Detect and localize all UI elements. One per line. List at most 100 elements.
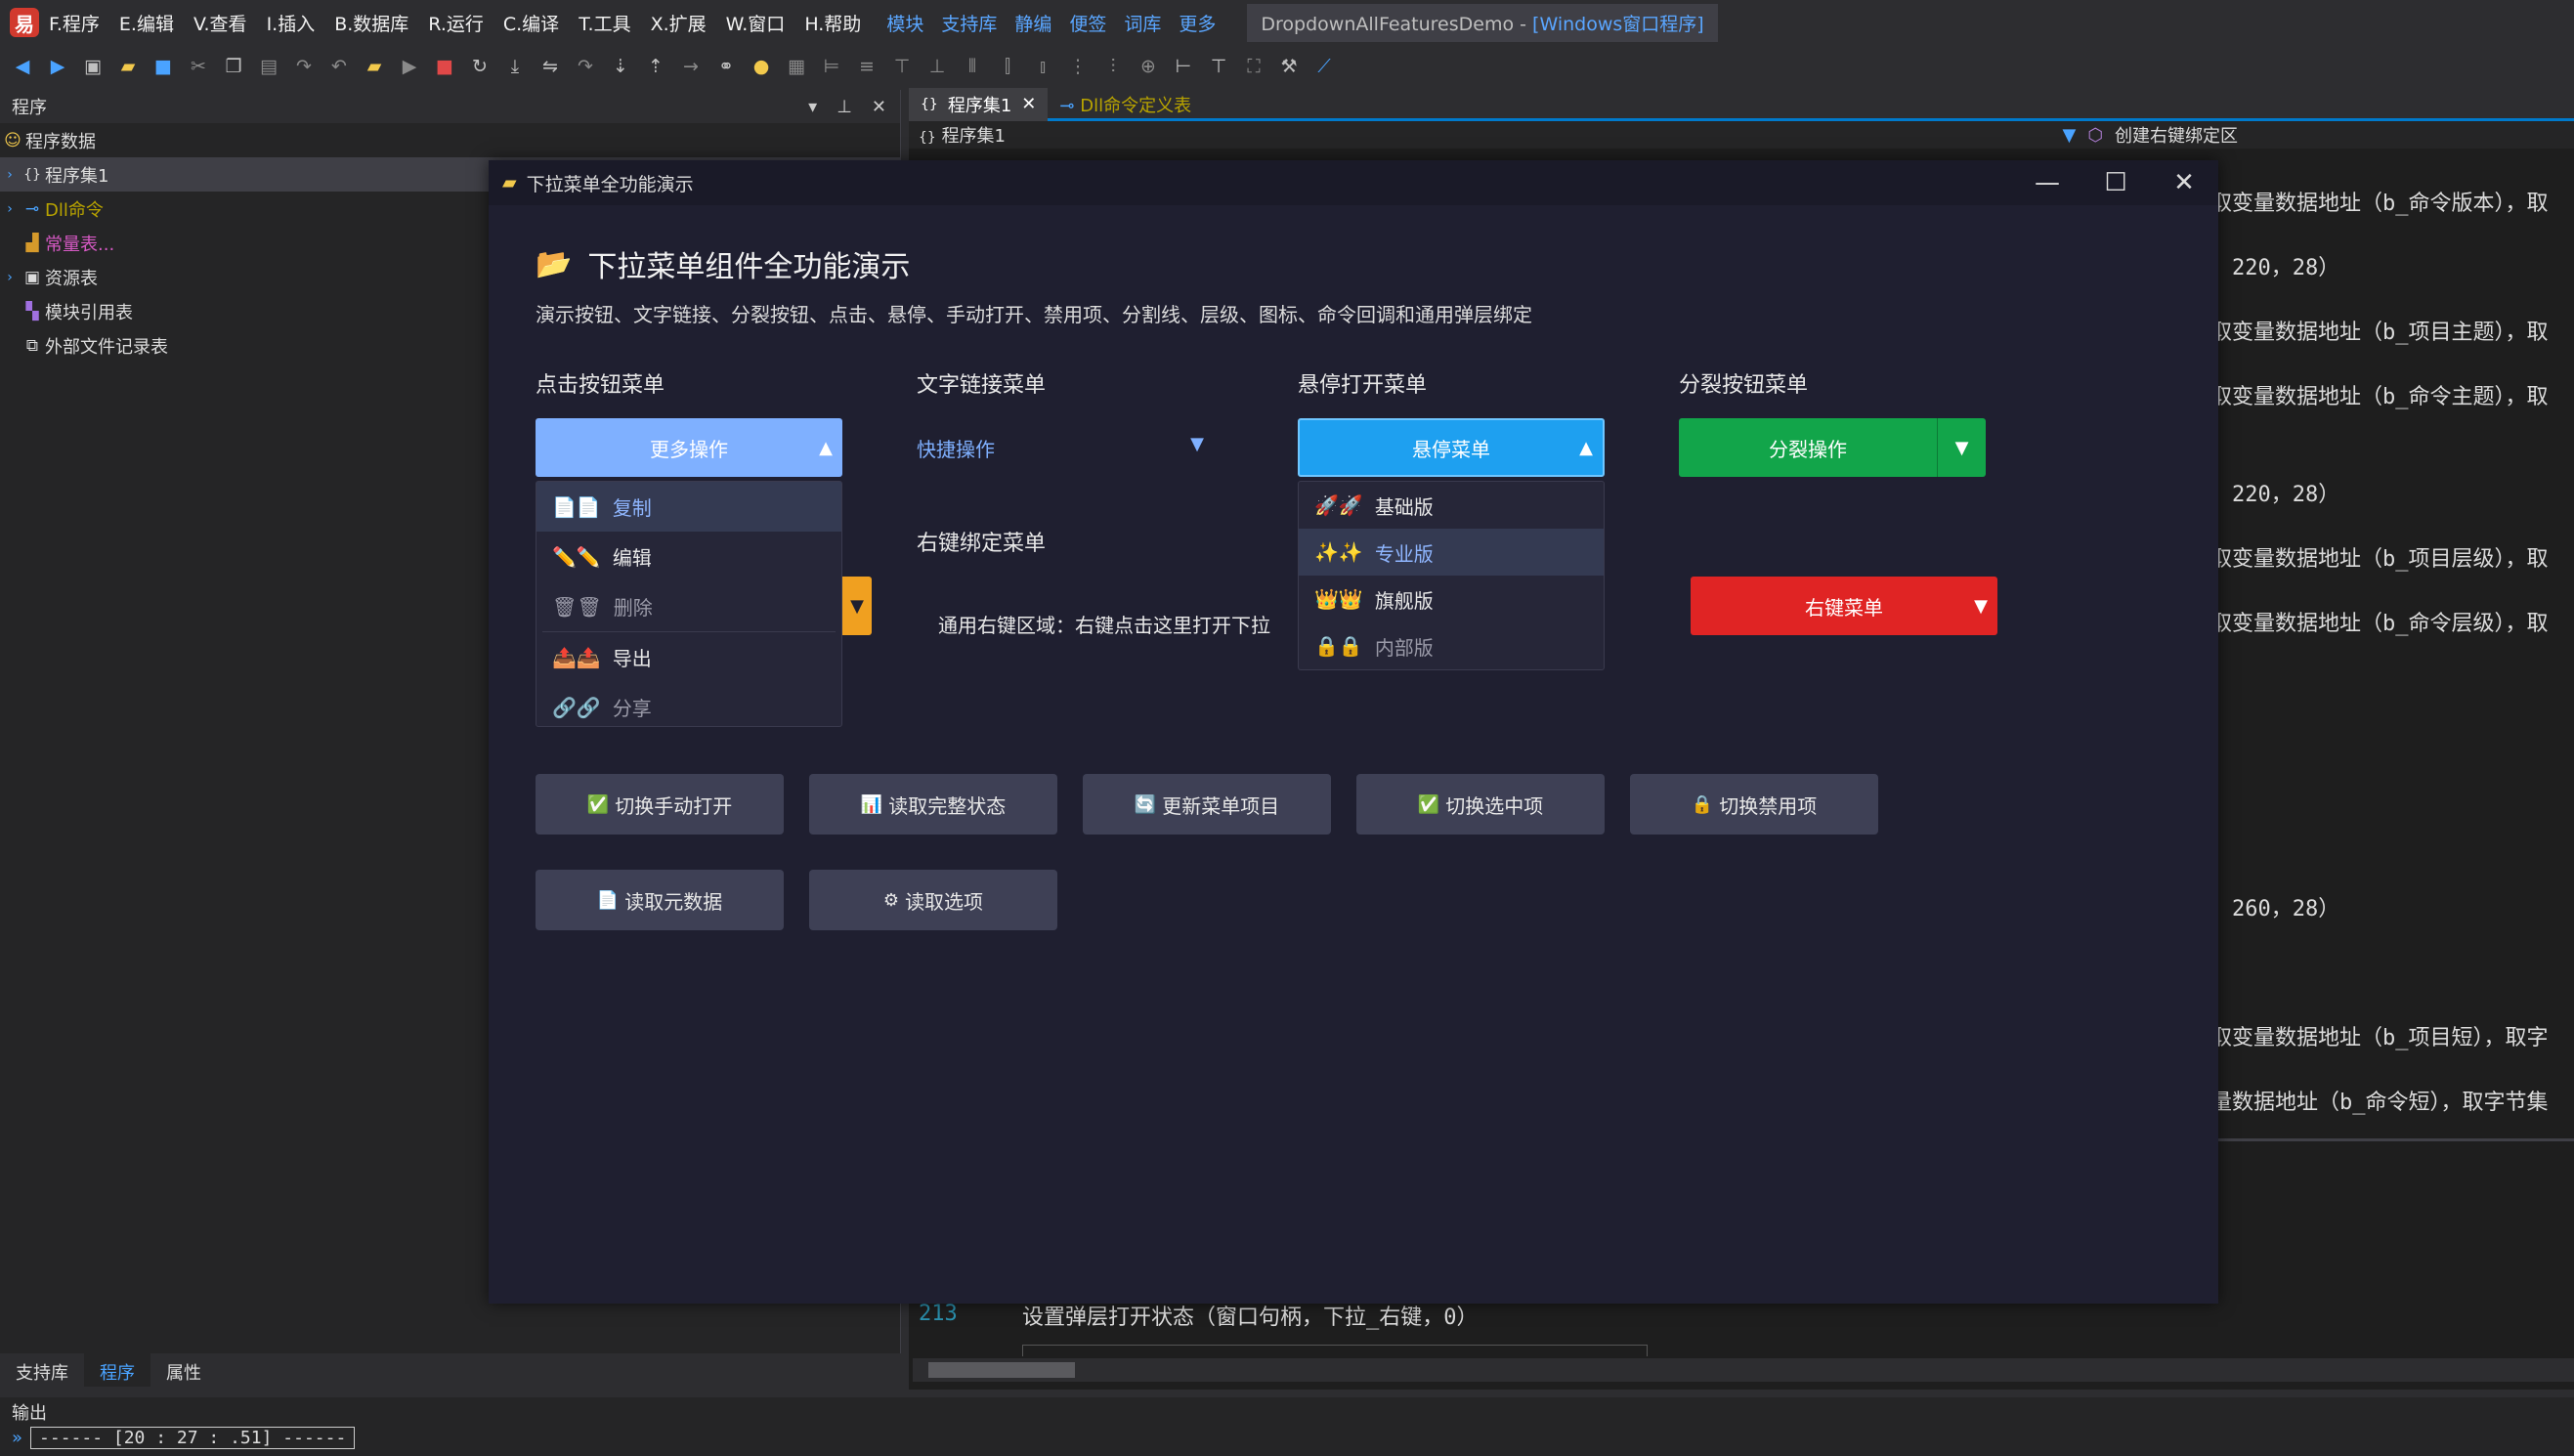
menu-item-basic[interactable]: 🚀🚀 基础版	[1299, 482, 1604, 529]
panel-pin-icon[interactable]: ⊥	[837, 97, 852, 117]
fullscreen-icon[interactable]: ⛶	[1241, 54, 1266, 79]
read-metadata-button[interactable]: 📄 读取元数据	[536, 870, 784, 930]
step-over-icon[interactable]: ⇋	[537, 54, 563, 79]
expand-chevron-icon[interactable]: ›	[0, 201, 20, 217]
step-into-icon[interactable]: ↷	[573, 54, 598, 79]
menu-help[interactable]: H.帮助	[804, 10, 861, 36]
code-line[interactable]: ，220，28）	[2210, 250, 2339, 281]
menu-edit[interactable]: E.编辑	[119, 10, 174, 36]
spread-icon[interactable]: ⫶	[1100, 54, 1126, 79]
stop-icon[interactable]: ■	[432, 54, 457, 79]
copy-icon[interactable]: ❐	[221, 54, 246, 79]
hover-dropdown-button[interactable]: 悬停菜单 ▲	[1298, 418, 1605, 477]
link-support-lib[interactable]: 支持库	[941, 10, 997, 36]
distribute-h-icon[interactable]: ⫿	[995, 54, 1020, 79]
save-icon[interactable]: ■	[150, 54, 176, 79]
menu-item-copy[interactable]: 📄📄 复制	[536, 482, 841, 532]
breakpoint-icon[interactable]: ⚭	[713, 54, 739, 79]
link-static[interactable]: 静编	[1014, 10, 1051, 36]
align-left-icon[interactable]: ⊨	[819, 54, 844, 79]
toggle-disabled-button[interactable]: 🔒 切换禁用项	[1630, 774, 1878, 835]
menu-tools[interactable]: T.工具	[579, 10, 630, 36]
tab-program[interactable]: 程序	[84, 1353, 150, 1387]
tools-icon[interactable]: ⚒	[1276, 54, 1302, 79]
menu-compile[interactable]: C.编译	[503, 10, 559, 36]
link-dict[interactable]: 词库	[1124, 10, 1161, 36]
tab-support-lib[interactable]: 支持库	[0, 1353, 84, 1387]
menu-item-pro[interactable]: ✨✨ 专业版	[1299, 529, 1604, 576]
back-icon[interactable]: ◀	[10, 54, 35, 79]
step-out-icon[interactable]: ⇣	[608, 54, 633, 79]
link-module[interactable]: 模块	[886, 10, 923, 36]
code-line[interactable]: ，260，28）	[2210, 891, 2339, 922]
tab-properties[interactable]: 属性	[150, 1353, 217, 1387]
run-icon[interactable]: ▶	[397, 54, 422, 79]
redo-icon[interactable]: ↷	[291, 54, 317, 79]
menu-window[interactable]: W.窗口	[726, 10, 786, 36]
distribute-icon[interactable]: ⫴	[960, 54, 985, 79]
bulb-icon[interactable]: ●	[749, 54, 774, 79]
code-line[interactable]: 取变量数据地址（b_项目短），取字	[2210, 1020, 2549, 1051]
undo-icon[interactable]: ↶	[326, 54, 352, 79]
code-line[interactable]: 取变量数据地址（b_命令层级），取	[2210, 606, 2549, 637]
tab-dll-defs[interactable]: ⊸ Dll命令定义表	[1048, 88, 1203, 121]
new-file-icon[interactable]: ▣	[80, 54, 106, 79]
menu-extend[interactable]: X.扩展	[651, 10, 707, 36]
code-line[interactable]: 量数据地址（b_命令短），取字节集	[2210, 1085, 2549, 1116]
read-options-button[interactable]: ⚙ 读取选项	[809, 870, 1057, 930]
split-main-button[interactable]: 分裂操作	[1679, 418, 1937, 477]
toggle-selected-button[interactable]: ✅ 切换选中项	[1356, 774, 1605, 835]
wand-icon[interactable]: ⟋	[1311, 54, 1337, 79]
step-icon[interactable]: ⤓	[502, 54, 528, 79]
close-icon[interactable]: ✕	[2150, 168, 2218, 197]
center-icon[interactable]: ⊕	[1136, 54, 1161, 79]
align-center-icon[interactable]: ≡	[854, 54, 879, 79]
align-bottom-icon[interactable]: ⊥	[924, 54, 950, 79]
code-line[interactable]: 取变量数据地址（b_项目主题），取	[2210, 315, 2549, 346]
size-width-icon[interactable]: ⊢	[1171, 54, 1196, 79]
split-arrow-button[interactable]: ▼	[1937, 418, 1986, 477]
menu-run[interactable]: R.运行	[428, 10, 484, 36]
menu-insert[interactable]: I.插入	[267, 10, 316, 36]
panel-dropdown-icon[interactable]: ▾	[808, 97, 817, 117]
horizontal-scrollbar[interactable]	[913, 1358, 2574, 1382]
scrollbar-thumb[interactable]	[928, 1362, 1075, 1378]
code-line[interactable]: 取变量数据地址（b_命令版本），取	[2210, 186, 2549, 217]
size-height-icon[interactable]: ⊤	[1206, 54, 1231, 79]
context-area[interactable]: 通用右键区域：右键点击这里打开下拉	[938, 610, 1313, 638]
align-top-icon[interactable]: ⊤	[889, 54, 915, 79]
panel-close-icon[interactable]: ✕	[872, 97, 886, 117]
read-full-state-button[interactable]: 📊 读取完整状态	[809, 774, 1057, 835]
context-dropdown-button[interactable]: 右键菜单 ▼	[1691, 577, 1997, 635]
menu-item-export[interactable]: 📤📤 导出	[536, 632, 841, 682]
close-tab-icon[interactable]: ✕	[1021, 94, 1036, 114]
menu-item-edit[interactable]: ✏️✏️ 编辑	[536, 532, 841, 581]
menu-program[interactable]: F.程序	[49, 10, 100, 36]
forward-icon[interactable]: ▶	[45, 54, 70, 79]
dropdown-arrow-icon[interactable]: ▼	[2062, 125, 2076, 146]
distribute-v-icon[interactable]: ⫾	[1030, 54, 1055, 79]
open-folder-icon[interactable]: ▰	[115, 54, 141, 79]
partial-dropdown-button[interactable]: ▼	[842, 577, 872, 635]
link-notes[interactable]: 便签	[1069, 10, 1106, 36]
tree-item-program-data[interactable]: ☺ 程序数据	[0, 123, 900, 157]
maximize-icon[interactable]: ☐	[2081, 168, 2150, 197]
toggle-manual-open-button[interactable]: ✅ 切换手动打开	[536, 774, 784, 835]
menu-view[interactable]: V.查看	[193, 10, 247, 36]
step-up-icon[interactable]: ⇡	[643, 54, 668, 79]
expand-chevron-icon[interactable]: ›	[0, 167, 20, 183]
update-menu-items-button[interactable]: 🔄 更新菜单项目	[1083, 774, 1331, 835]
minimize-icon[interactable]: —	[2013, 168, 2081, 197]
click-dropdown-button[interactable]: 更多操作 ▲	[536, 418, 842, 477]
cut-icon[interactable]: ✂	[186, 54, 211, 79]
link-more[interactable]: 更多	[1179, 10, 1216, 36]
link-dropdown[interactable]: 快捷操作 ▼	[917, 434, 1223, 463]
run-to-icon[interactable]: →	[678, 54, 704, 79]
code-line-213[interactable]: 设置弹层打开状态（窗口句柄，下拉_右键，0）	[1022, 1300, 1479, 1331]
code-line[interactable]: 取变量数据地址（b_命令主题），取	[2210, 379, 2549, 410]
folder-icon[interactable]: ▰	[362, 54, 387, 79]
method-selector[interactable]: ▼ ⬡ 创建右键绑定区	[2062, 122, 2564, 148]
code-line[interactable]: 取变量数据地址（b_项目层级），取	[2210, 541, 2549, 573]
menu-item-flagship[interactable]: 👑👑 旗舰版	[1299, 576, 1604, 622]
menu-database[interactable]: B.数据库	[334, 10, 408, 36]
